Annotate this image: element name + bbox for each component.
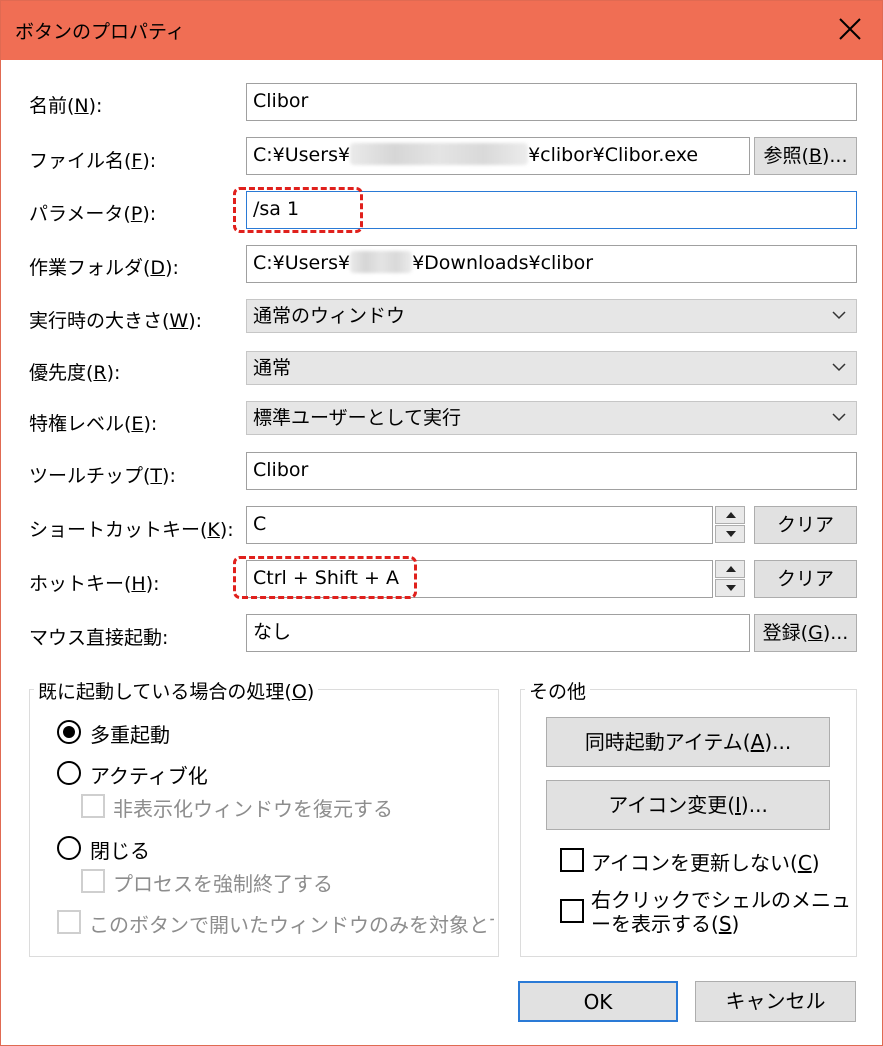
browse-button[interactable]: 参照(B)... xyxy=(754,137,857,175)
multi-label: 多重起動 xyxy=(90,723,170,747)
register-button[interactable]: 登録(G)... xyxy=(754,614,857,652)
only-this-label: このボタンで開いたウィンドウのみを対象とす xyxy=(89,913,494,937)
file-label: ファイル名(F): xyxy=(29,150,157,172)
shortcut-label: ショートカットキー(K): xyxy=(29,519,234,541)
chevron-down-icon xyxy=(832,363,846,372)
close-icon xyxy=(839,18,861,40)
workdir-label: 作業フォルダ(D): xyxy=(29,257,179,279)
ok-button[interactable]: OK xyxy=(518,981,678,1022)
privilege-select[interactable]: 標準ユーザーとして実行 xyxy=(246,401,857,435)
close-radio[interactable] xyxy=(57,836,81,860)
close-button[interactable] xyxy=(820,1,882,60)
shortcut-clear-button[interactable]: クリア xyxy=(754,506,857,544)
tooltip-input[interactable]: Clibor xyxy=(246,452,857,490)
spin-up-button[interactable] xyxy=(715,506,745,524)
tooltip-label: ツールチップ(T): xyxy=(29,465,176,487)
priority-select[interactable]: 通常 xyxy=(246,351,857,385)
redacted-username xyxy=(350,143,529,165)
mouse-input[interactable]: なし xyxy=(246,614,750,652)
hotkey-highlight xyxy=(233,556,417,599)
properties-dialog: ボタンのプロパティ 名前(N): Clibor ファイル名(F): C:¥Use… xyxy=(0,0,883,1046)
spin-down-button[interactable] xyxy=(715,525,745,543)
name-input[interactable]: Clibor xyxy=(246,83,857,121)
chevron-down-icon xyxy=(832,311,846,320)
file-input[interactable]: C:¥Users¥ ¥clibor¥Clibor.exe xyxy=(246,137,750,175)
priority-label: 優先度(R): xyxy=(29,362,121,384)
running-group-title: 既に起動している場合の処理(O) xyxy=(34,677,319,704)
activate-label: アクティブ化 xyxy=(90,764,208,788)
shortcut-input[interactable]: C xyxy=(246,506,713,544)
hotkey-clear-button[interactable]: クリア xyxy=(754,560,857,598)
force-kill-checkbox[interactable] xyxy=(81,869,105,893)
spin-down-button[interactable] xyxy=(715,579,745,597)
no-update-icon-checkbox[interactable] xyxy=(560,848,584,872)
other-group-title: その他 xyxy=(525,677,591,704)
simultaneous-items-button[interactable]: 同時起動アイテム(A)... xyxy=(546,717,830,767)
arrow-down-icon xyxy=(726,585,736,591)
cancel-button[interactable]: キャンセル xyxy=(695,981,856,1022)
restore-hidden-checkbox[interactable] xyxy=(81,794,105,818)
shortcut-spinner[interactable] xyxy=(715,506,745,544)
only-this-checkbox[interactable] xyxy=(57,910,81,934)
arrow-up-icon xyxy=(726,566,736,572)
activate-radio[interactable] xyxy=(57,761,81,785)
dialog-title: ボタンのプロパティ xyxy=(15,21,185,43)
mouse-label: マウス直接起動: xyxy=(29,627,169,649)
spin-up-button[interactable] xyxy=(715,560,745,578)
titlebar[interactable]: ボタンのプロパティ xyxy=(1,1,882,60)
hotkey-spinner[interactable] xyxy=(715,560,745,598)
name-label: 名前(N): xyxy=(29,95,103,117)
multi-radio[interactable] xyxy=(57,720,81,744)
redacted-username xyxy=(350,251,413,273)
params-label: パラメータ(P): xyxy=(29,203,157,225)
shell-menu-checkbox[interactable] xyxy=(560,899,584,923)
workdir-input[interactable]: C:¥Users¥ ¥Downloads¥clibor xyxy=(246,245,857,283)
no-update-icon-label: アイコンを更新しない(C) xyxy=(591,851,820,875)
runsize-select[interactable]: 通常のウィンドウ xyxy=(246,299,857,333)
arrow-up-icon xyxy=(726,512,736,518)
params-highlight xyxy=(233,187,363,233)
shell-menu-label: 右クリックでシェルのメニュ ーを表示する(S) xyxy=(591,888,851,936)
chevron-down-icon xyxy=(832,413,846,422)
privilege-label: 特権レベル(E): xyxy=(29,413,158,435)
change-icon-button[interactable]: アイコン変更(I)... xyxy=(546,780,830,830)
arrow-down-icon xyxy=(726,531,736,537)
runsize-label: 実行時の大きさ(W): xyxy=(29,310,203,332)
hotkey-label: ホットキー(H): xyxy=(29,573,160,595)
radio-selected-dot xyxy=(63,726,75,738)
force-kill-label: プロセスを強制終了する xyxy=(113,872,333,896)
close-label: 閉じる xyxy=(90,839,150,863)
restore-hidden-label: 非表示化ウィンドウを復元する xyxy=(113,797,393,821)
